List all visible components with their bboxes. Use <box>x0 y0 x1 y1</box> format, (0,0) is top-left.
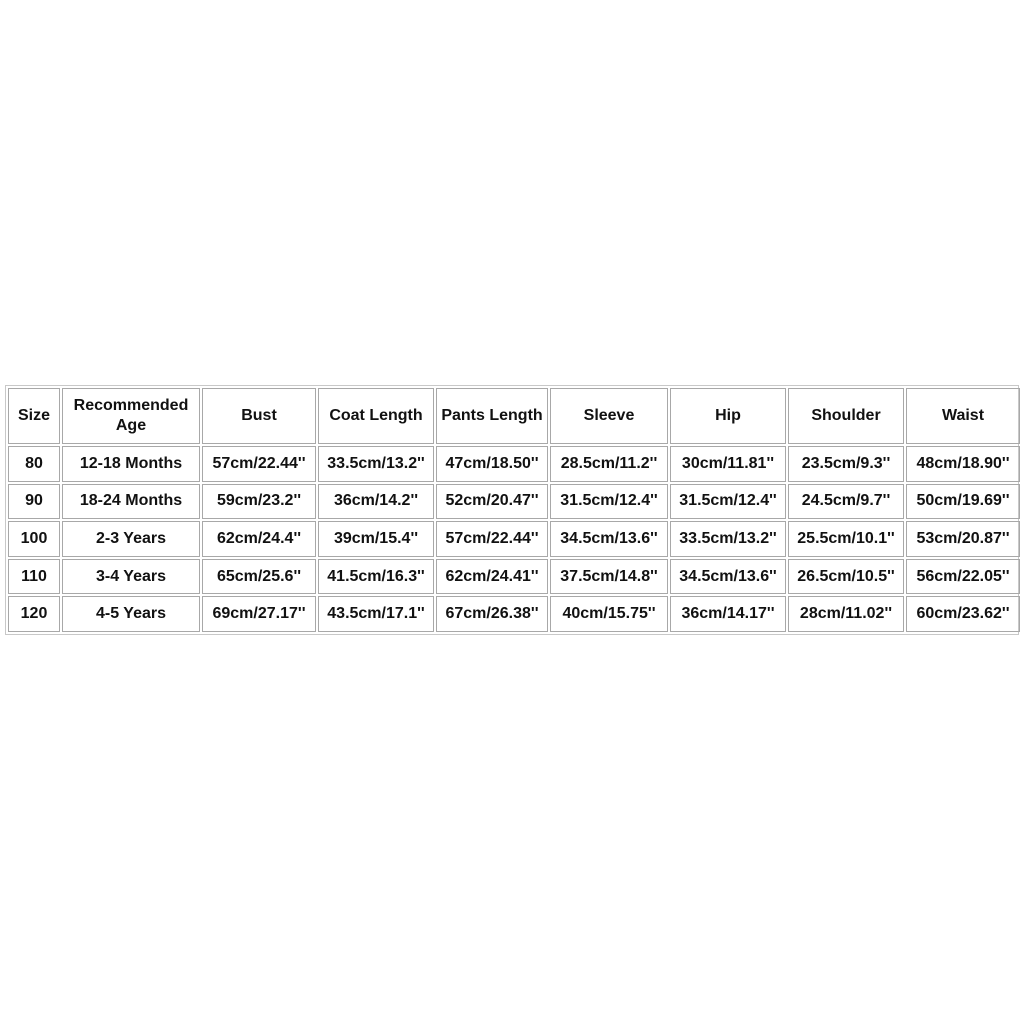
cell-pants-length: 67cm/26.38'' <box>436 596 548 632</box>
size-chart-table: Size Recommended Age Bust Coat Length Pa… <box>6 386 1022 634</box>
cell-shoulder: 23.5cm/9.3'' <box>788 446 904 482</box>
cell-size: 120 <box>8 596 60 632</box>
cell-hip: 36cm/14.17'' <box>670 596 786 632</box>
header-shoulder: Shoulder <box>788 388 904 444</box>
cell-coat-length: 33.5cm/13.2'' <box>318 446 434 482</box>
table-row: 110 3-4 Years 65cm/25.6'' 41.5cm/16.3'' … <box>8 558 1020 595</box>
cell-recommended-age: 2-3 Years <box>62 521 200 557</box>
cell-shoulder: 25.5cm/10.1'' <box>788 521 904 557</box>
cell-recommended-age: 4-5 Years <box>62 596 200 632</box>
header-row: Size Recommended Age Bust Coat Length Pa… <box>8 388 1020 444</box>
cell-size: 90 <box>8 483 60 520</box>
cell-coat-length: 39cm/15.4'' <box>318 521 434 557</box>
cell-pants-length: 62cm/24.41'' <box>436 558 548 595</box>
cell-coat-length: 41.5cm/16.3'' <box>318 558 434 595</box>
cell-waist: 53cm/20.87'' <box>906 521 1020 557</box>
cell-size: 100 <box>8 521 60 557</box>
cell-recommended-age: 18-24 Months <box>62 483 200 520</box>
cell-sleeve: 28.5cm/11.2'' <box>550 446 668 482</box>
header-hip: Hip <box>670 388 786 444</box>
cell-sleeve: 34.5cm/13.6'' <box>550 521 668 557</box>
size-chart-container: Size Recommended Age Bust Coat Length Pa… <box>5 385 1022 635</box>
header-bust: Bust <box>202 388 316 444</box>
cell-size: 110 <box>8 558 60 595</box>
cell-waist: 50cm/19.69'' <box>906 483 1020 520</box>
cell-recommended-age: 12-18 Months <box>62 446 200 482</box>
cell-bust: 69cm/27.17'' <box>202 596 316 632</box>
cell-bust: 57cm/22.44'' <box>202 446 316 482</box>
header-size: Size <box>8 388 60 444</box>
cell-bust: 62cm/24.4'' <box>202 521 316 557</box>
cell-waist: 60cm/23.62'' <box>906 596 1020 632</box>
cell-hip: 30cm/11.81'' <box>670 446 786 482</box>
cell-sleeve: 37.5cm/14.8'' <box>550 558 668 595</box>
cell-shoulder: 28cm/11.02'' <box>788 596 904 632</box>
table-row: 120 4-5 Years 69cm/27.17'' 43.5cm/17.1''… <box>8 596 1020 632</box>
cell-recommended-age: 3-4 Years <box>62 558 200 595</box>
cell-hip: 33.5cm/13.2'' <box>670 521 786 557</box>
cell-waist: 56cm/22.05'' <box>906 558 1020 595</box>
header-sleeve: Sleeve <box>550 388 668 444</box>
cell-waist: 48cm/18.90'' <box>906 446 1020 482</box>
cell-pants-length: 52cm/20.47'' <box>436 483 548 520</box>
header-coat-length: Coat Length <box>318 388 434 444</box>
cell-sleeve: 31.5cm/12.4'' <box>550 483 668 520</box>
cell-bust: 65cm/25.6'' <box>202 558 316 595</box>
cell-pants-length: 47cm/18.50'' <box>436 446 548 482</box>
cell-shoulder: 26.5cm/10.5'' <box>788 558 904 595</box>
table-row: 90 18-24 Months 59cm/23.2'' 36cm/14.2'' … <box>8 483 1020 520</box>
cell-sleeve: 40cm/15.75'' <box>550 596 668 632</box>
cell-hip: 34.5cm/13.6'' <box>670 558 786 595</box>
header-recommended-age: Recommended Age <box>62 388 200 444</box>
table-row: 100 2-3 Years 62cm/24.4'' 39cm/15.4'' 57… <box>8 521 1020 557</box>
cell-pants-length: 57cm/22.44'' <box>436 521 548 557</box>
cell-shoulder: 24.5cm/9.7'' <box>788 483 904 520</box>
cell-coat-length: 36cm/14.2'' <box>318 483 434 520</box>
cell-coat-length: 43.5cm/17.1'' <box>318 596 434 632</box>
header-pants-length: Pants Length <box>436 388 548 444</box>
cell-bust: 59cm/23.2'' <box>202 483 316 520</box>
table-row: 80 12-18 Months 57cm/22.44'' 33.5cm/13.2… <box>8 446 1020 482</box>
header-waist: Waist <box>906 388 1020 444</box>
cell-hip: 31.5cm/12.4'' <box>670 483 786 520</box>
cell-size: 80 <box>8 446 60 482</box>
